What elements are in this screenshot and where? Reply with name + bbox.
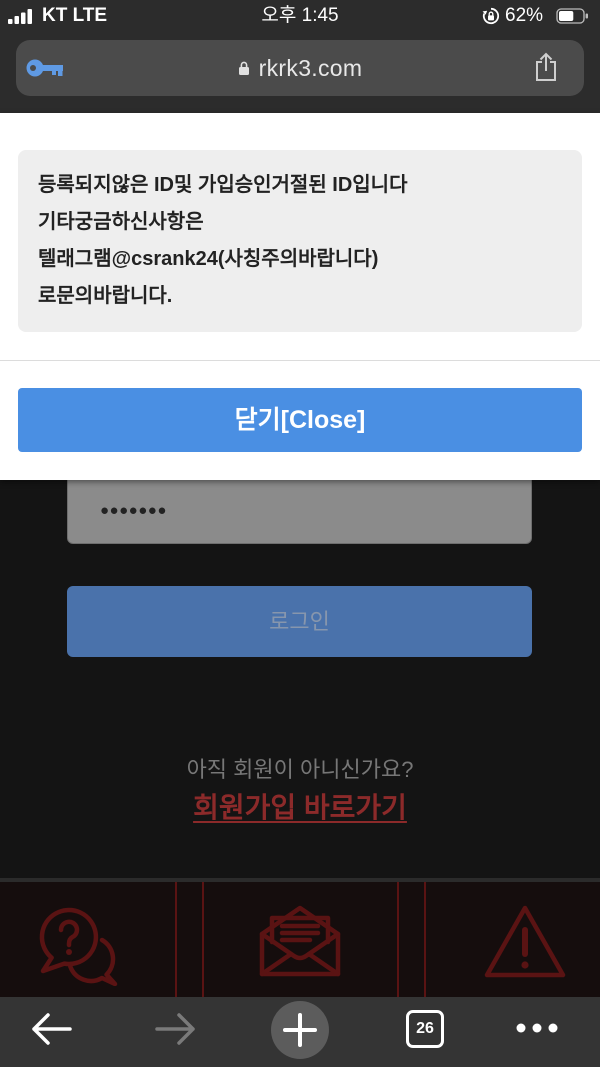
new-tab-button[interactable] bbox=[271, 1001, 329, 1059]
rotation-lock-icon bbox=[482, 7, 500, 25]
modal-message-box: 등록되지않은 ID및 가입승인거절된 ID입니다 기타궁금하신사항은 텔래그램@… bbox=[18, 150, 582, 332]
more-icon[interactable] bbox=[515, 1022, 559, 1034]
modal-divider bbox=[0, 360, 600, 361]
alert-modal: 등록되지않은 ID및 가입승인거절된 ID입니다 기타궁금하신사항은 텔래그램@… bbox=[0, 113, 600, 480]
signup-link-row: 회원가입 바로가기 bbox=[0, 790, 600, 826]
footer-item-mail[interactable] bbox=[202, 882, 399, 997]
share-icon[interactable] bbox=[534, 52, 558, 82]
warning-icon bbox=[484, 905, 566, 978]
footer-item-warning[interactable] bbox=[424, 882, 600, 997]
address-bar[interactable]: rkrk3.com bbox=[16, 40, 584, 96]
signup-link[interactable]: 회원가입 바로가기 bbox=[193, 790, 407, 826]
browser-toolbar: 26 bbox=[0, 997, 600, 1067]
question-chat-icon bbox=[39, 907, 118, 986]
envelope-icon bbox=[259, 905, 341, 977]
modal-message-line: 기타궁금하신사항은 bbox=[38, 211, 204, 233]
url-text[interactable]: rkrk3.com bbox=[259, 55, 363, 82]
modal-message-line: 로문의바랍니다. bbox=[38, 285, 173, 307]
modal-message-line: 등록되지않은 ID및 가입승인거절된 ID입니다 bbox=[38, 174, 408, 196]
lock-icon bbox=[238, 61, 249, 75]
battery-icon bbox=[556, 8, 588, 24]
modal-message-line: 텔래그램@csrank24(사칭주의바랍니다) bbox=[38, 248, 379, 270]
battery-fill bbox=[559, 11, 574, 21]
app-root: KT LTE 오후 1:45 62% rkrk3.com ●●●●●●● 로그인… bbox=[0, 0, 600, 1067]
tabs-button[interactable]: 26 bbox=[406, 1010, 444, 1048]
password-mask: ●●●●●●● bbox=[100, 502, 167, 519]
login-button[interactable]: 로그인 bbox=[67, 586, 532, 657]
battery-percent: 62% bbox=[505, 5, 544, 26]
plus-icon bbox=[283, 1013, 317, 1047]
browser-chrome: KT LTE 오후 1:45 62% rkrk3.com bbox=[0, 0, 600, 113]
signup-prompt: 아직 회원이 아니신가요? bbox=[186, 757, 414, 782]
forward-arrow-icon[interactable] bbox=[154, 1011, 198, 1047]
back-arrow-icon[interactable] bbox=[29, 1011, 73, 1047]
footer-item-faq[interactable] bbox=[0, 882, 177, 997]
close-button[interactable]: 닫기[Close] bbox=[18, 388, 582, 452]
footer-panels bbox=[0, 878, 600, 997]
url-display[interactable]: rkrk3.com bbox=[16, 40, 584, 96]
